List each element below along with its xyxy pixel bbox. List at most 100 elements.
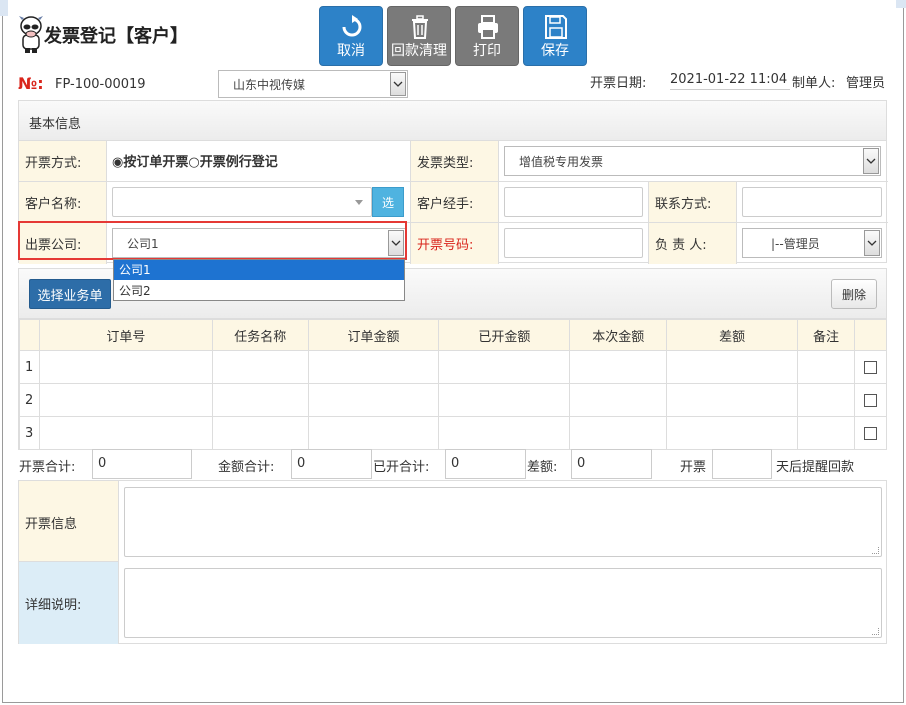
select-customer-button[interactable]: 选 [372, 187, 404, 217]
caret-down-icon [355, 200, 363, 205]
remind-prefix: 开票 [680, 460, 707, 475]
table-cell[interactable] [797, 350, 855, 384]
contact-label: 联系方式: [655, 197, 712, 212]
table-row[interactable]: 1 [19, 350, 888, 384]
method-label: 开票方式: [25, 156, 82, 171]
invoice-type-label-cell: 发票类型: [411, 141, 499, 182]
cancel-label: 取消 [337, 43, 365, 59]
window-corner [896, 0, 906, 8]
contact-input[interactable] [742, 187, 882, 217]
table-cell[interactable] [569, 383, 668, 417]
owner-cell: |--管理员 [737, 223, 888, 264]
column-header: 订单号 [38, 319, 213, 351]
remind-suffix: 天后提醒回款 [776, 460, 855, 475]
customer-handler-cell [499, 182, 649, 223]
row-number: 2 [19, 383, 40, 417]
customer-handler-label-cell: 客户经手: [411, 182, 499, 223]
table-cell[interactable] [307, 350, 440, 384]
column-header: 差额 [666, 319, 798, 351]
maker-value: 管理员 [846, 76, 886, 91]
payment-clear-button[interactable]: 回款清理 [387, 6, 451, 66]
method-radio-order[interactable]: ◉按订单开票 [112, 155, 188, 170]
invoice-no-label-cell: 开票号码: [411, 223, 499, 264]
detail-label: 详细说明: [25, 598, 82, 613]
row-checkbox-cell [853, 416, 888, 450]
details-panel: 开票信息 详细说明: [18, 480, 887, 644]
owner-label-cell: 负 责 人: [649, 223, 737, 264]
table-cell[interactable] [211, 416, 309, 450]
delete-row-button[interactable]: 删除 [831, 279, 877, 309]
chevron-down-icon [864, 230, 880, 256]
customer-select[interactable]: 山东中视传媒 [218, 70, 408, 98]
pick-business-order-button[interactable]: 选择业务单 [29, 279, 111, 309]
table-cell[interactable] [438, 383, 571, 417]
table-cell[interactable] [797, 416, 855, 450]
column-header: 已开金额 [438, 319, 571, 351]
table-cell[interactable] [38, 383, 213, 417]
method-cell: ◉按订单开票○开票例行登记 [107, 141, 411, 182]
table-cell[interactable] [307, 416, 440, 450]
invoice-type-cell: 增值税专用发票 [499, 141, 888, 182]
customer-handler-input[interactable] [504, 187, 643, 217]
detail-textarea[interactable] [124, 568, 882, 638]
invoice-info-label: 开票信息 [25, 517, 78, 532]
customer-handler-label: 客户经手: [417, 197, 474, 212]
customer-name-combo[interactable] [112, 187, 372, 217]
table-row[interactable]: 3 [19, 416, 888, 450]
issuer-option-1[interactable]: 公司1 [114, 260, 404, 280]
opened-total-label: 已开合计: [373, 460, 430, 475]
table-cell[interactable] [569, 350, 668, 384]
amount-total-field[interactable]: 0 [291, 449, 372, 479]
print-button[interactable]: 打印 [455, 6, 519, 66]
owner-select[interactable]: |--管理员 [742, 228, 882, 258]
diff-field[interactable]: 0 [571, 449, 652, 479]
cancel-button[interactable]: 取消 [319, 6, 383, 66]
chevron-down-icon [390, 72, 406, 96]
owner-value: |--管理员 [771, 236, 820, 251]
undo-icon [342, 15, 362, 37]
number-label: №: [18, 74, 44, 93]
contact-label-cell: 联系方式: [649, 182, 737, 223]
invoice-total-field[interactable]: 0 [92, 449, 192, 479]
save-button[interactable]: 保存 [523, 6, 587, 66]
customer-select-value: 山东中视传媒 [233, 77, 306, 92]
maker-label: 制单人: [792, 76, 836, 91]
orders-table: 订单号 任务名称 订单金额 已开金额 本次金额 差额 备注 1 2 3 [19, 319, 888, 450]
basic-info-title: 基本信息 [29, 117, 82, 132]
invoice-no-input[interactable] [504, 228, 643, 258]
row-checkbox[interactable] [863, 360, 877, 374]
invoice-info-label-cell: 开票信息 [19, 481, 119, 562]
checkbox-header [853, 319, 888, 351]
orders-header-row: 订单号 任务名称 订单金额 已开金额 本次金额 差额 备注 [19, 319, 888, 351]
save-label: 保存 [541, 43, 569, 59]
table-cell[interactable] [211, 350, 309, 384]
printer-icon [478, 15, 498, 39]
table-cell[interactable] [38, 350, 213, 384]
remind-days-input[interactable] [712, 449, 772, 479]
column-header: 任务名称 [211, 319, 309, 351]
table-cell[interactable] [666, 416, 798, 450]
invoice-type-select[interactable]: 增值税专用发票 [504, 146, 881, 176]
invoice-date-field[interactable]: 2021-01-22 11:04 [670, 72, 790, 90]
table-cell[interactable] [211, 383, 309, 417]
row-checkbox-cell [853, 383, 888, 417]
table-cell[interactable] [569, 416, 668, 450]
table-row[interactable]: 2 [19, 383, 888, 417]
table-cell[interactable] [438, 350, 571, 384]
table-cell[interactable] [438, 416, 571, 450]
opened-total-field[interactable]: 0 [445, 449, 526, 479]
row-checkbox-cell [853, 350, 888, 384]
amount-total-label: 金额合计: [218, 460, 275, 475]
table-cell[interactable] [307, 383, 440, 417]
method-radio-routine[interactable]: ○开票例行登记 [188, 155, 277, 170]
issuer-option-2[interactable]: 公司2 [114, 281, 404, 301]
row-checkbox[interactable] [863, 393, 877, 407]
basic-info-header: 基本信息 [19, 101, 886, 141]
table-cell[interactable] [666, 350, 798, 384]
page-title: 发票登记【客户】 [44, 26, 188, 47]
table-cell[interactable] [666, 383, 798, 417]
row-checkbox[interactable] [863, 426, 877, 440]
table-cell[interactable] [38, 416, 213, 450]
invoice-info-textarea[interactable] [124, 487, 882, 557]
table-cell[interactable] [797, 383, 855, 417]
